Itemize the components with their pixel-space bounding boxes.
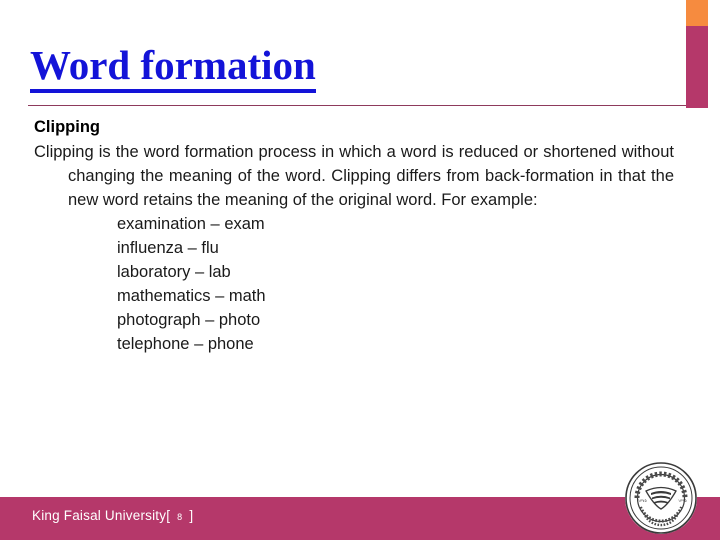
slide: Word formation Clipping Clipping is the … — [0, 0, 720, 540]
list-item: laboratory – lab — [117, 263, 231, 281]
slide-number: 8 — [177, 512, 183, 522]
body-heading: Clipping — [34, 118, 100, 136]
slide-title-text: Word formation — [30, 42, 316, 93]
footer-institution: King Faisal University — [32, 508, 167, 523]
slide-body: Clipping Clipping is the word formation … — [34, 118, 674, 356]
footer-credit: King Faisal University[8] — [32, 508, 193, 523]
list-item: mathematics – math — [117, 287, 266, 305]
slide-title: Word formation — [30, 42, 670, 93]
body-paragraph: Clipping is the word formation process i… — [34, 143, 674, 209]
footer-bracket-close: ] — [189, 508, 194, 523]
list-item: examination – exam — [117, 215, 265, 233]
decorative-magenta-bar — [686, 26, 708, 108]
svg-text:١٣٩٥: ١٣٩٥ — [678, 498, 687, 503]
list-item: telephone – phone — [117, 335, 254, 353]
list-item: influenza – flu — [117, 239, 219, 257]
svg-text:١٣٧٥: ١٣٧٥ — [638, 498, 647, 503]
title-divider — [28, 105, 686, 106]
example-list: examination – exam influenza – flu labor… — [34, 212, 674, 356]
list-item: photograph – photo — [117, 311, 261, 329]
decorative-orange-bar — [686, 0, 708, 26]
university-seal-icon: ١٣٧٥ ١٣٩٥ — [624, 461, 698, 535]
